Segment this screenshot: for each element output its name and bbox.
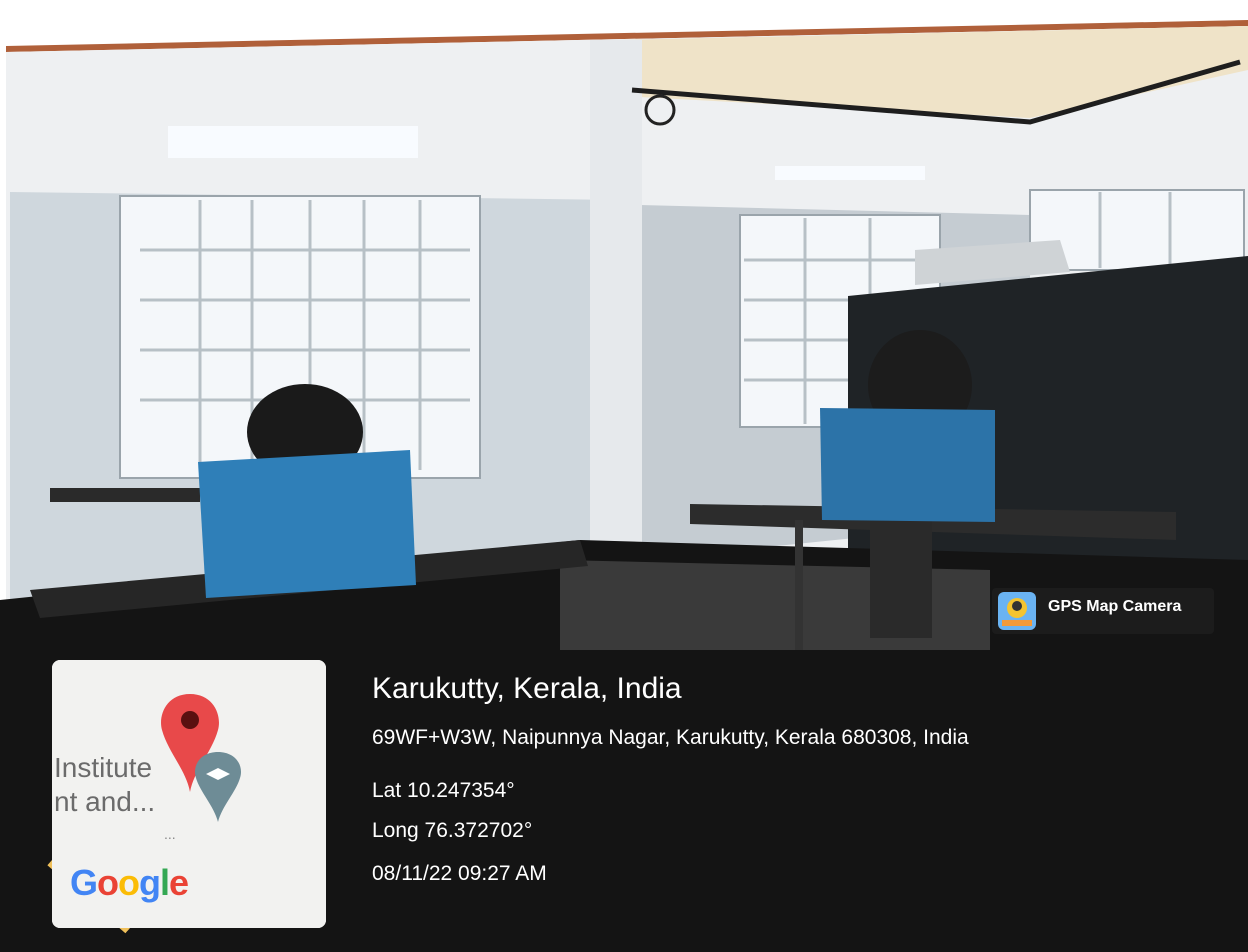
map-markers (161, 694, 242, 822)
graduation-cap-icon (194, 752, 242, 822)
map-place-line1: Institute (54, 752, 153, 783)
timestamp-text: 08/11/22 09:27 AM (372, 862, 547, 885)
location-address: 69WF+W3W, Naipunnya Nagar, Karukutty, Ke… (372, 726, 969, 749)
map-thumbnail: Institute nt and... ... Google (52, 660, 326, 928)
map-place-line2: nt and... (54, 786, 156, 817)
longitude-text: Long 76.372702° (372, 819, 533, 842)
location-title: Karukutty, Kerala, India (372, 672, 682, 705)
gps-badge-label: GPS Map Camera (1048, 598, 1182, 615)
latitude-text: Lat 10.247354° (372, 779, 515, 802)
google-logo: Google (70, 862, 189, 903)
gps-camera-icon (998, 592, 1036, 630)
